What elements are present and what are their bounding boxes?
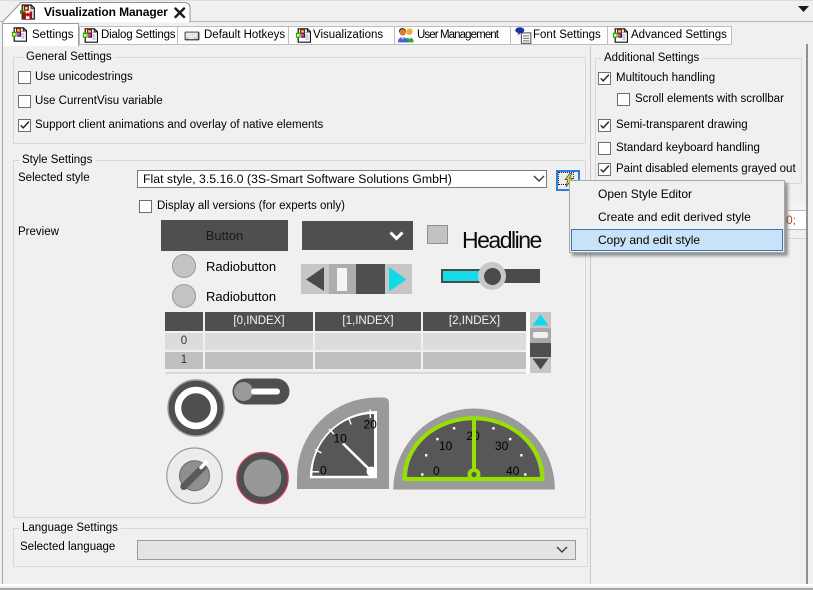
svg-text:10: 10 (439, 439, 453, 453)
svg-text:30: 30 (495, 439, 509, 453)
svg-text:20: 20 (364, 418, 378, 432)
svg-text:10: 10 (334, 432, 348, 446)
svg-text:0: 0 (320, 464, 327, 478)
svg-text:0: 0 (433, 464, 440, 478)
svg-text:40: 40 (506, 464, 520, 478)
